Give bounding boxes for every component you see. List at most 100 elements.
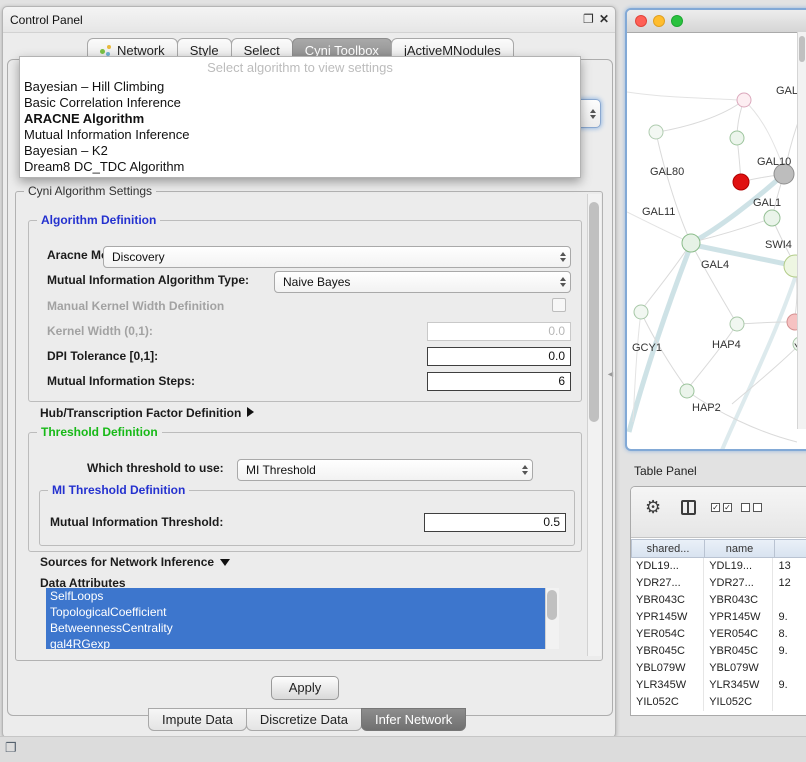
network-node[interactable] — [784, 255, 797, 277]
column-header-name[interactable]: name — [705, 539, 775, 558]
table-row[interactable]: YBR043CYBR043C — [631, 592, 806, 609]
table-cell — [773, 660, 806, 677]
table-row[interactable]: YER054CYER054C8. — [631, 626, 806, 643]
table-cell: YER054C — [631, 626, 704, 643]
node-label: GAL11 — [642, 206, 675, 218]
dropdown-placeholder: Select algorithm to view settings — [20, 60, 580, 75]
table-body: YDL19...YDL19...13YDR27...YDR27...12YBR0… — [631, 558, 806, 711]
tab-discretize-data[interactable]: Discretize Data — [246, 708, 362, 731]
network-node[interactable] — [764, 210, 780, 226]
algorithm-option-dream8-dc-tdc-algorithm[interactable]: Dream8 DC_TDC Algorithm — [20, 159, 580, 175]
network-edges — [627, 92, 797, 450]
network-window-titlebar[interactable] — [627, 10, 806, 33]
minimized-panel-icon[interactable]: ❐ — [5, 740, 17, 756]
column-header-shared[interactable]: shared... — [631, 539, 705, 558]
table-cell: YBL079W — [631, 660, 704, 677]
table-cell: YBR045C — [704, 643, 773, 660]
stepper-icon — [590, 109, 596, 119]
algorithm-option-mutual-information-inference[interactable]: Mutual Information Inference — [20, 127, 580, 143]
node-label: GAL1 — [753, 197, 781, 209]
unchecked-box-icon — [741, 503, 750, 512]
scrollbar-thumb[interactable] — [799, 36, 805, 62]
table-cell: 13 — [773, 558, 806, 575]
table-cell: YBL079W — [704, 660, 773, 677]
algorithm-option-basic-correlation-inference[interactable]: Basic Correlation Inference — [20, 95, 580, 111]
network-view-window[interactable]: GAL80 GAL10 GAL11 GAL1 SWI4 GAL4 GCY1 HAP4 HAP2 G… — [625, 8, 806, 451]
network-tab-icon — [100, 45, 112, 56]
deselect-all-columns-icon[interactable] — [741, 503, 762, 512]
table-cell: 8. — [773, 626, 806, 643]
gear-icon[interactable]: ⚙ — [645, 497, 661, 518]
table-panel-title: Table Panel — [634, 464, 697, 478]
table-row[interactable]: YDL19...YDL19...13 — [631, 558, 806, 575]
checked-box-icon: ✓ — [723, 503, 732, 512]
node-label: GAL10 — [757, 156, 791, 168]
bottom-tab-bar: Impute DataDiscretize DataInfer Network — [148, 708, 465, 730]
bottom-status-strip — [0, 736, 806, 762]
control-panel-titlebar[interactable]: Control Panel ❐ ✕ — [3, 7, 615, 33]
network-node[interactable] — [634, 305, 648, 319]
node-label: GAL80 — [650, 166, 684, 178]
node-label: GCY1 — [632, 342, 662, 354]
desktop: { "icons": { "close": "✕", "float": "❐",… — [0, 0, 806, 762]
network-node[interactable] — [733, 174, 749, 190]
node-label: HAP2 — [692, 402, 721, 414]
float-window-icon[interactable]: ❐ — [583, 12, 594, 26]
tab-infer-network[interactable]: Infer Network — [361, 708, 466, 731]
table-cell: YIL052C — [631, 694, 704, 711]
network-node[interactable] — [680, 384, 694, 398]
column-header-extra[interactable] — [775, 539, 806, 558]
table-cell: 9. — [773, 677, 806, 694]
node-label: SWI4 — [765, 239, 792, 251]
node-label: GAL4 — [701, 259, 729, 271]
table-cell: YBR045C — [631, 643, 704, 660]
table-cell: YDR27... — [631, 575, 704, 592]
algorithm-option-aracne-algorithm[interactable]: ARACNE Algorithm — [20, 111, 580, 127]
table-row[interactable]: YPR145WYPR145W9. — [631, 609, 806, 626]
table-cell: YBR043C — [704, 592, 773, 609]
network-node[interactable] — [730, 317, 744, 331]
table-cell: YLR345W — [704, 677, 773, 694]
node-label: HAP4 — [712, 339, 741, 351]
network-node[interactable] — [649, 125, 663, 139]
network-node[interactable] — [682, 234, 700, 252]
unchecked-box-icon — [753, 503, 762, 512]
window-title: Control Panel — [10, 13, 83, 27]
table-row[interactable]: YIL052CYIL052C — [631, 694, 806, 711]
table-cell: YDL19... — [704, 558, 773, 575]
tab-impute-data[interactable]: Impute Data — [148, 708, 247, 731]
node-label: GAL80 — [776, 85, 797, 97]
table-cell — [773, 592, 806, 609]
table-cell: YER054C — [704, 626, 773, 643]
table-cell: YLR345W — [631, 677, 704, 694]
table-cell: YBR043C — [631, 592, 704, 609]
close-icon[interactable]: ✕ — [599, 12, 609, 26]
table-row[interactable]: YLR345WYLR345W9. — [631, 677, 806, 694]
close-traffic-light-icon[interactable] — [635, 15, 647, 27]
network-node[interactable] — [737, 93, 751, 107]
table-cell: YPR145W — [704, 609, 773, 626]
table-cell: YDR27... — [704, 575, 773, 592]
table-toolbar: ⚙ ✓ ✓ — [631, 487, 806, 538]
network-node[interactable] — [730, 131, 744, 145]
table-row[interactable]: YDR27...YDR27...12 — [631, 575, 806, 592]
table-cell: 9. — [773, 643, 806, 660]
table-cell: 12 — [773, 575, 806, 592]
algorithm-dropdown: Select algorithm to view settings Bayesi… — [19, 56, 581, 178]
table-cell: 9. — [773, 609, 806, 626]
network-scrollbar[interactable] — [797, 32, 806, 429]
table-row[interactable]: YBR045CYBR045C9. — [631, 643, 806, 660]
table-header-row: shared...name — [631, 539, 806, 558]
network-canvas[interactable]: GAL80 GAL10 GAL11 GAL1 SWI4 GAL4 GCY1 HAP4 HAP2 G… — [627, 32, 797, 451]
algorithm-option-bayesian-hill-climbing[interactable]: Bayesian – Hill Climbing — [20, 79, 580, 95]
minimize-traffic-light-icon[interactable] — [653, 15, 665, 27]
algorithm-option-bayesian-k2[interactable]: Bayesian – K2 — [20, 143, 580, 159]
table-cell — [773, 694, 806, 711]
columns-icon[interactable] — [681, 500, 696, 515]
table-row[interactable]: YBL079WYBL079W — [631, 660, 806, 677]
table-panel-window: ⚙ ✓ ✓ shared...name YDL19...YDL19...13YD… — [630, 486, 806, 716]
table-cell: YPR145W — [631, 609, 704, 626]
select-all-columns-icon[interactable]: ✓ ✓ — [711, 503, 732, 512]
zoom-traffic-light-icon[interactable] — [671, 15, 683, 27]
network-node[interactable] — [787, 314, 797, 330]
